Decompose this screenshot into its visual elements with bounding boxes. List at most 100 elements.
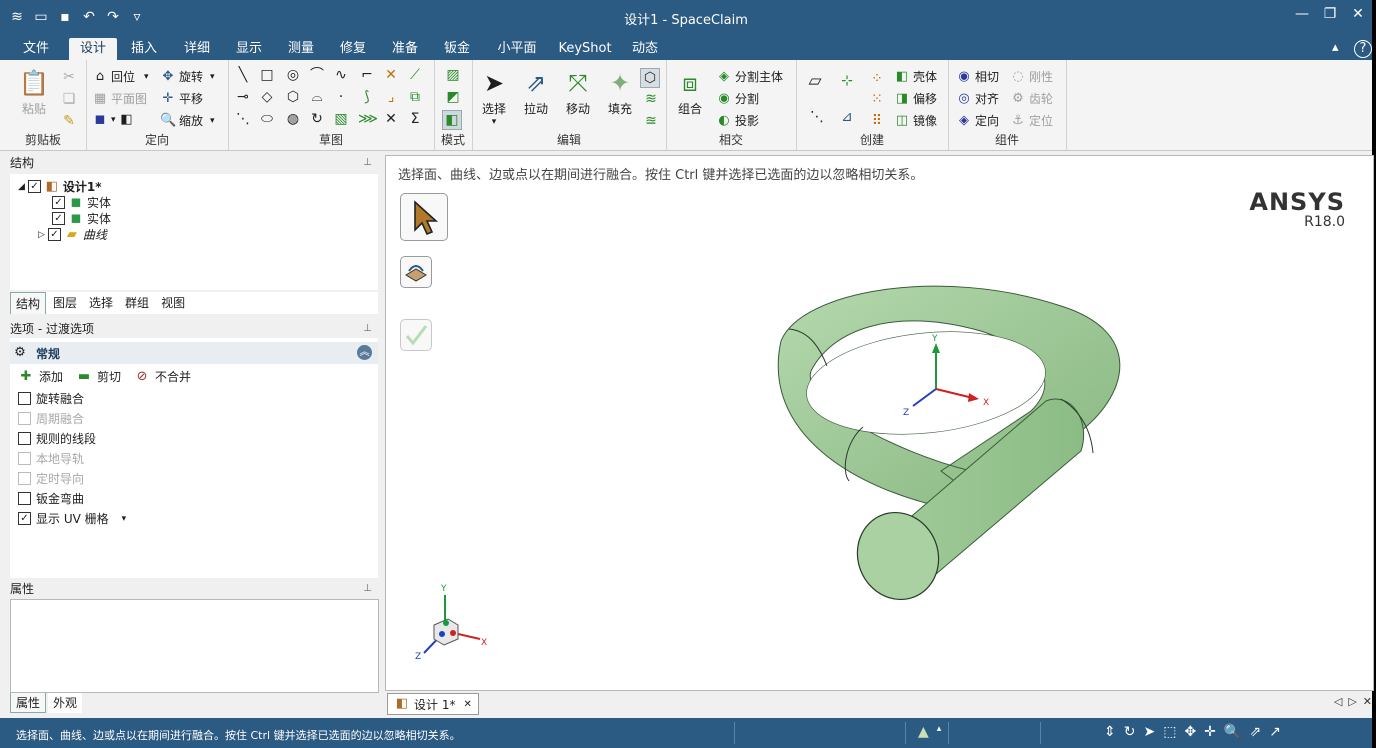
pin-icon[interactable]: ⊥ (363, 154, 372, 172)
doc-tab-design1[interactable]: ◧ 设计 1* ✕ (387, 693, 479, 715)
visibility-checkbox[interactable]: ✓ (47, 228, 61, 241)
split-button[interactable]: ◉ 分割 (716, 90, 759, 107)
plan-view-button[interactable]: ▦ 平面图 (92, 90, 147, 107)
gear-button[interactable]: ⚙ 齿轮 (1010, 90, 1053, 107)
subtab-structure[interactable]: 结构 (10, 292, 47, 314)
split-body-button[interactable]: ◈ 分割主体 (716, 68, 783, 85)
pan-icon[interactable]: ✛ (1204, 724, 1216, 740)
option-periodic-blend[interactable]: 周期融合 (18, 410, 84, 427)
tab-insert[interactable]: 插入 (124, 38, 164, 60)
split-curve-icon[interactable]: ✕ (382, 110, 400, 128)
tree-root[interactable]: ◢ ✓ ◧ 设计1* (18, 178, 102, 195)
tab-sheet-metal[interactable]: 钣金 (437, 38, 477, 60)
slot-icon[interactable]: ◍ (284, 110, 302, 128)
linear-pattern-icon[interactable]: ⁘ (868, 70, 886, 88)
offset-button[interactable]: ◨ 偏移 (894, 90, 937, 107)
three-point-arc-icon[interactable]: ⌓ (308, 88, 326, 106)
equation-icon[interactable]: Σ (406, 110, 424, 128)
warning-triangle-icon[interactable]: ▲ (918, 724, 929, 740)
format-painter-icon[interactable]: ✎ (60, 112, 78, 130)
pan-button[interactable]: ✛ 平移 (160, 90, 203, 107)
section-mode-icon[interactable]: ◩ (444, 88, 462, 106)
tree-item[interactable]: ▷ ✓ ▰ 曲线 (38, 226, 107, 243)
sweep-arc-icon[interactable]: ⌐ (358, 66, 376, 84)
tab-repair[interactable]: 修复 (333, 38, 373, 60)
tweak-face-icon[interactable]: ≊ (642, 112, 660, 130)
copy-icon[interactable]: ❏ (60, 90, 78, 108)
circle-icon[interactable]: ◎ (284, 66, 302, 84)
fly-icon[interactable]: ⇗ (1249, 724, 1261, 740)
trim-icon[interactable]: ✕ (382, 66, 400, 84)
box-select-icon[interactable]: ⬚ (1163, 724, 1176, 740)
minimize-icon[interactable]: — (1288, 6, 1316, 22)
move-button[interactable]: ⤧ 移动 (558, 68, 598, 117)
orient-constraint-button[interactable]: ◈ 定向 (956, 112, 999, 129)
close-icon[interactable]: ✕ (1344, 6, 1372, 22)
construction-line-icon[interactable]: ⋱ (234, 110, 252, 128)
tab-prepare[interactable]: 准备 (385, 38, 425, 60)
zoom-button[interactable]: 🔍 缩放 ▾ (160, 112, 215, 129)
spin-icon[interactable]: ⇕ (1104, 724, 1116, 740)
tab-design[interactable]: 设计 (69, 38, 117, 60)
tab-measure[interactable]: 测量 (281, 38, 321, 60)
expand-arrow-icon[interactable]: ▷ (38, 230, 45, 240)
ribbon-collapse-icon[interactable]: ▴ (1332, 40, 1339, 55)
pointer-icon[interactable]: ↗ (1269, 724, 1281, 740)
complete-button[interactable] (400, 319, 432, 351)
face-curve-icon[interactable]: ▧ (332, 110, 350, 128)
zoom-icon[interactable]: 🔍 (1224, 724, 1241, 740)
tab-facets[interactable]: 小平面 (492, 38, 542, 60)
fill-button[interactable]: ✦ 填充 (600, 68, 640, 117)
rigid-button[interactable]: ◌ 刚性 (1010, 68, 1053, 85)
ellipse-icon[interactable]: ⬭ (258, 110, 276, 128)
tab-file[interactable]: 文件 (16, 38, 56, 60)
axis-icon[interactable]: ⋱ (808, 108, 826, 126)
tangent-line-icon[interactable]: ⊸ (234, 88, 252, 106)
tab-close-icon[interactable]: ✕ (1363, 695, 1372, 708)
origin-icon[interactable]: ⊹ (838, 72, 856, 90)
view-triad[interactable]: Y X Z (410, 581, 494, 665)
polygon-icon[interactable]: ⬡ (284, 88, 302, 106)
pin-icon[interactable]: ⊥ (363, 580, 372, 598)
3d-mode-icon[interactable]: ◧ (442, 110, 462, 130)
rotate-center-icon[interactable]: ↻ (1124, 724, 1136, 740)
replace-icon[interactable]: ≋ (642, 90, 660, 108)
add-icon[interactable]: ✚ (18, 369, 34, 385)
close-tab-icon[interactable]: ✕ (463, 699, 471, 710)
rotate-button[interactable]: ✥ 旋转 ▾ (160, 68, 215, 85)
offset-curve-icon[interactable]: ⟆ (358, 88, 376, 106)
help-icon[interactable]: ? (1354, 40, 1372, 58)
arc-icon[interactable]: ⌒ (308, 66, 326, 84)
visibility-checkbox[interactable]: ✓ (27, 180, 41, 193)
select-button[interactable]: ➤ 选择 ▾ (474, 68, 514, 127)
section-collapse-icon[interactable]: ︽ (357, 345, 372, 360)
visibility-checkbox[interactable]: ✓ (52, 212, 65, 225)
coordinate-system-icon[interactable]: ⊿ (838, 108, 856, 126)
bend-icon[interactable]: ⟋ (406, 66, 424, 84)
corner-icon[interactable]: ⌟ (382, 88, 400, 106)
subtab-groups[interactable]: 群组 (120, 292, 154, 314)
align-button[interactable]: ◎ 对齐 (956, 90, 999, 107)
circular-pattern-icon[interactable]: ⁙ (868, 90, 886, 108)
restore-icon[interactable]: ❐ (1316, 6, 1344, 22)
mirror-button[interactable]: ◫ 镜像 (894, 112, 937, 129)
dropdown-icon[interactable]: ▾ (122, 514, 127, 524)
tab-keyshot[interactable]: KeyShot (558, 38, 612, 60)
tab-prev-icon[interactable]: ◁ (1334, 695, 1342, 708)
cursor-icon[interactable]: ➤ (1143, 724, 1155, 740)
tree-item[interactable]: ✓ ◼ 实体 (52, 210, 111, 227)
tab-appearance[interactable]: 外观 (48, 693, 83, 713)
option-show-uv-grid[interactable]: ✓ 显示 UV 栅格 ▾ (18, 510, 126, 527)
blend-icon[interactable]: ⬡ (640, 68, 660, 88)
tab-motion[interactable]: 动态 (625, 38, 665, 60)
subtab-selection[interactable]: 选择 (84, 292, 118, 314)
projection-icon[interactable]: ⋙ (358, 110, 378, 128)
pipe-model[interactable]: Y X Z (741, 271, 1131, 611)
pin-icon[interactable]: ⊥ (363, 320, 372, 338)
plane-icon[interactable]: ▱ (806, 72, 824, 90)
view-cube-button[interactable]: ◼ ▾ ◧ (92, 112, 135, 128)
collapse-arrow-icon[interactable]: ◢ (18, 182, 25, 192)
anchor-button[interactable]: ⚓ 定位 (1010, 112, 1053, 129)
subtab-views[interactable]: 视图 (156, 292, 190, 314)
point-icon[interactable]: · (332, 88, 350, 106)
